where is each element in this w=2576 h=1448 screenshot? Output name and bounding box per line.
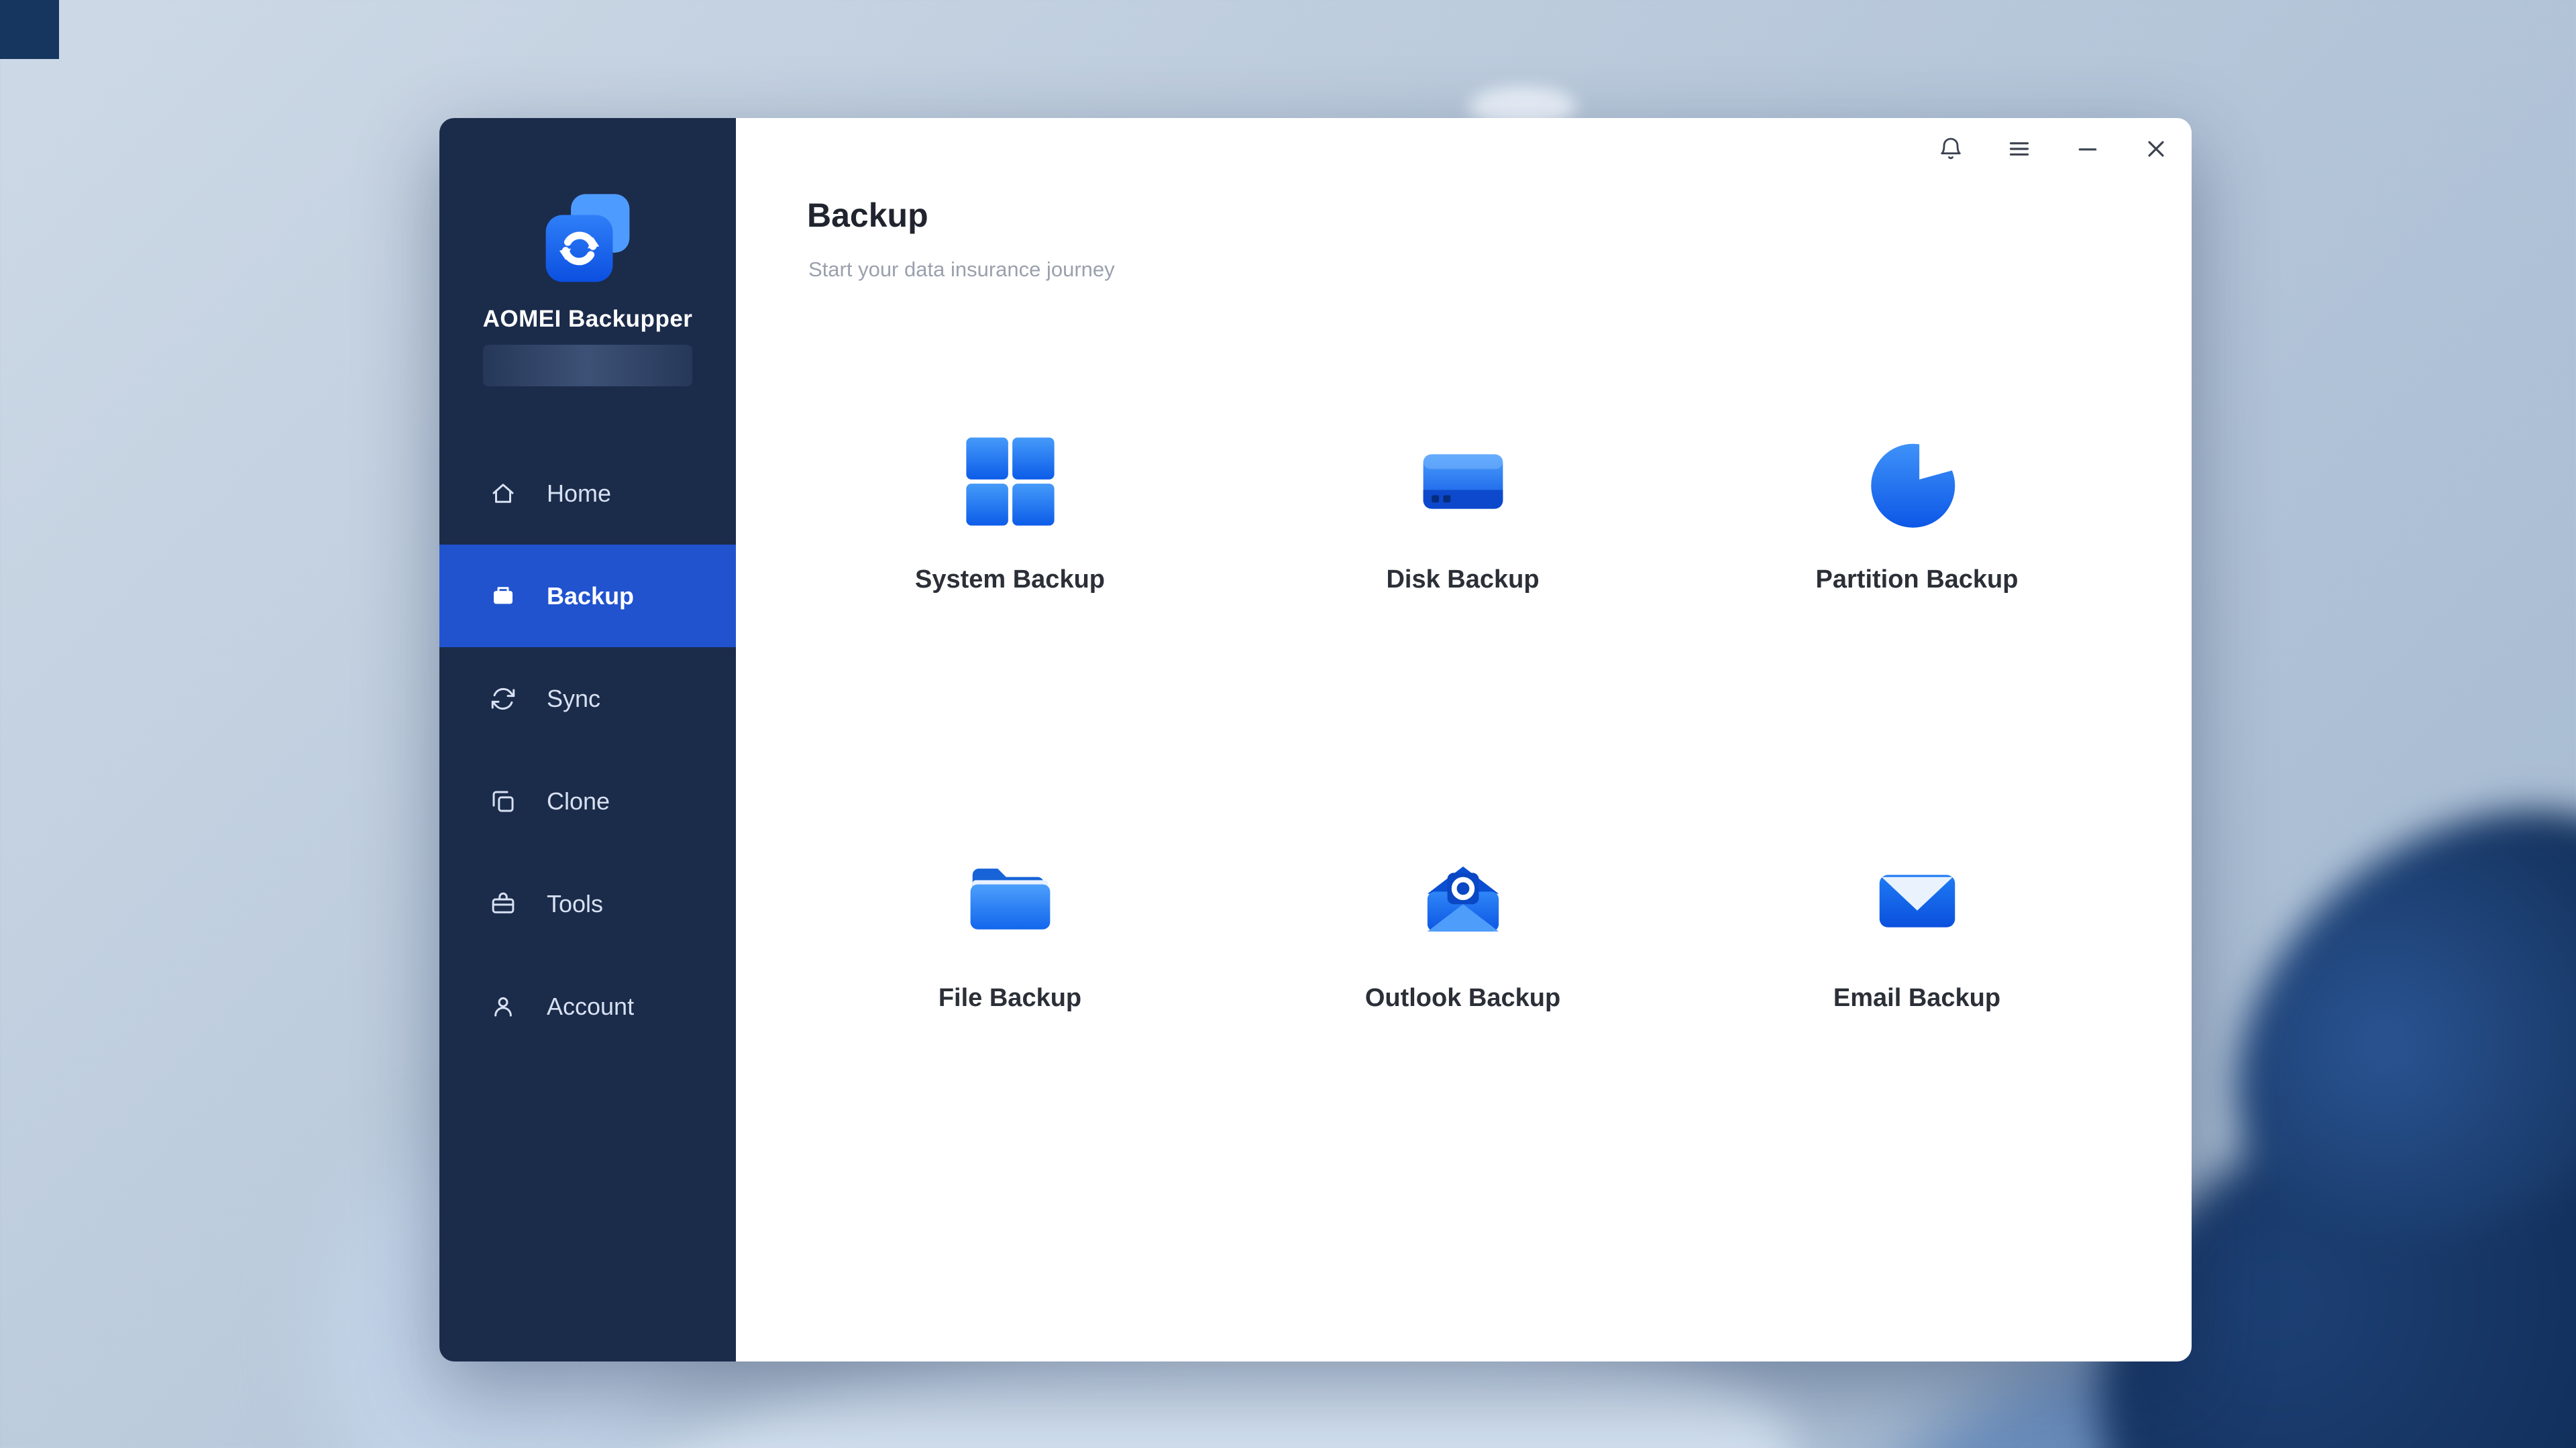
- app-window: AOMEI Backupper Home Backup Sync Clone T…: [439, 118, 2192, 1361]
- bell-icon: [1941, 137, 1961, 160]
- close-button[interactable]: [2141, 133, 2171, 164]
- tile-label: File Backup: [938, 984, 1082, 1012]
- tile-partition-backup[interactable]: Partition Backup: [1690, 431, 2143, 594]
- email-backup-icon: [1879, 875, 1955, 928]
- tile-system-backup[interactable]: System Backup: [784, 431, 1236, 594]
- sidebar-item-tools[interactable]: Tools: [439, 852, 736, 955]
- window-controls: [1935, 133, 2171, 164]
- menu-button[interactable]: [2004, 133, 2035, 164]
- app-name: AOMEI Backupper: [482, 306, 693, 332]
- tile-label: Disk Backup: [1386, 565, 1540, 594]
- system-backup-icon: [965, 437, 1055, 526]
- tile-file-backup[interactable]: File Backup: [784, 850, 1236, 1013]
- tools-icon: [492, 892, 515, 913]
- sidebar-item-label: Account: [547, 992, 635, 1020]
- sidebar-menu: Home Backup Sync Clone Tools Account: [439, 442, 736, 1058]
- desktop-corner-artifact: [0, 0, 59, 59]
- hamburger-icon: [2009, 142, 2029, 156]
- sidebar: AOMEI Backupper Home Backup Sync Clone T…: [439, 118, 736, 1361]
- page-title: Backup: [807, 197, 928, 234]
- sidebar-item-sync[interactable]: Sync: [439, 647, 736, 750]
- sidebar-item-label: Clone: [547, 787, 610, 815]
- tile-email-backup[interactable]: Email Backup: [1690, 850, 2143, 1013]
- clone-icon: [492, 791, 514, 812]
- home-icon: [492, 483, 514, 503]
- tile-label: Outlook Backup: [1364, 984, 1561, 1012]
- desktop: { "app": { "name": "AOMEI Backupper" }, …: [0, 0, 2576, 1448]
- sidebar-banner: [483, 345, 692, 386]
- close-icon: [2148, 141, 2164, 157]
- sidebar-item-backup[interactable]: Backup: [439, 545, 736, 647]
- main-content: Backup Start your data insurance journey: [736, 118, 2192, 1361]
- sync-icon: [491, 687, 515, 710]
- minimize-button[interactable]: [2072, 133, 2103, 164]
- tile-label: Partition Backup: [1815, 565, 2019, 594]
- sidebar-item-home[interactable]: Home: [439, 442, 736, 545]
- sidebar-item-label: Sync: [547, 684, 601, 712]
- tile-disk-backup[interactable]: Disk Backup: [1236, 431, 1689, 594]
- outlook-backup-icon: [1427, 867, 1499, 932]
- sidebar-item-account[interactable]: Account: [439, 955, 736, 1058]
- account-icon: [494, 997, 512, 1017]
- tile-outlook-backup[interactable]: Outlook Backup: [1236, 850, 1689, 1013]
- tile-label: Email Backup: [1833, 984, 2001, 1012]
- sidebar-item-label: Home: [547, 479, 612, 507]
- sidebar-item-label: Backup: [547, 581, 635, 610]
- partition-backup-icon: [1870, 435, 1962, 528]
- notifications-button[interactable]: [1935, 133, 1966, 164]
- minimize-icon: [2078, 148, 2097, 151]
- aomei-logo-icon: [545, 194, 630, 282]
- sidebar-item-label: Tools: [547, 889, 604, 917]
- tile-label: System Backup: [914, 565, 1105, 594]
- app-logo: [535, 188, 640, 292]
- page-subtitle: Start your data insurance journey: [808, 258, 1115, 281]
- backup-icon: [494, 586, 513, 604]
- disk-backup-icon: [1423, 454, 1503, 509]
- sidebar-item-clone[interactable]: Clone: [439, 750, 736, 852]
- wallpaper-petal: [2152, 721, 2576, 1331]
- file-backup-icon: [970, 869, 1050, 930]
